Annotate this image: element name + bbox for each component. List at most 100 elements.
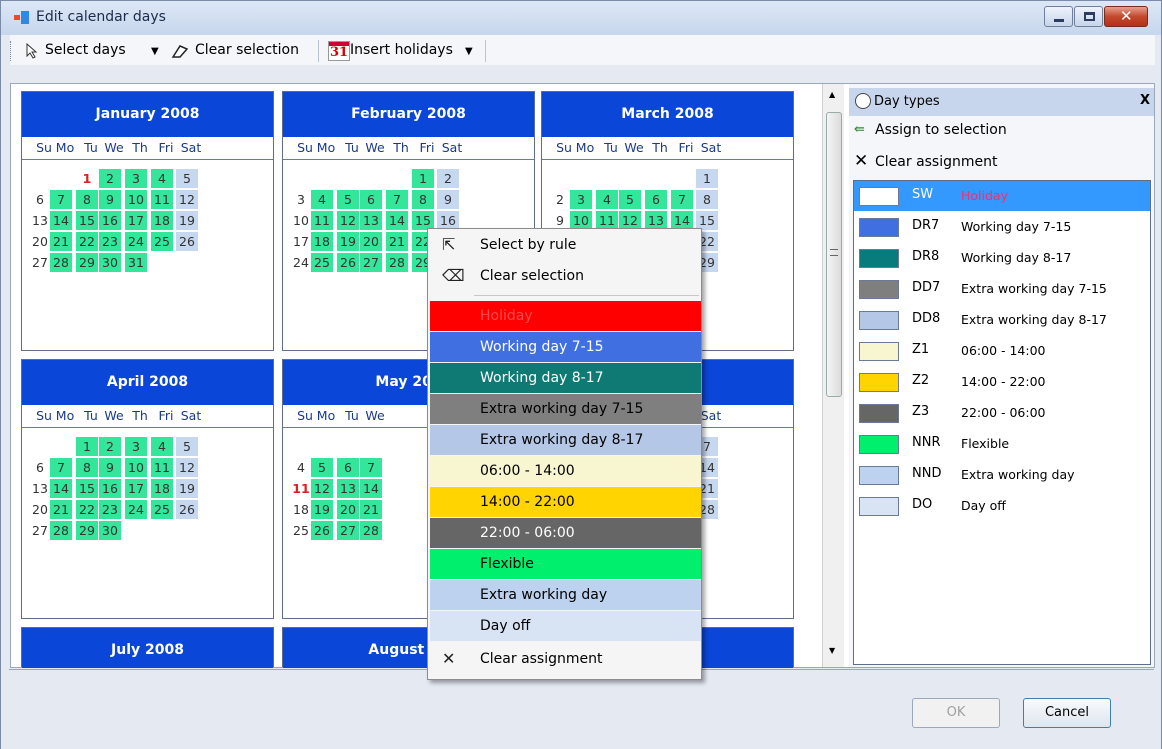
calendar-day[interactable]: 3	[125, 169, 147, 188]
day-type-menu-item[interactable]: Working day 7-15	[430, 332, 701, 362]
calendar-day[interactable]: 12	[311, 479, 333, 498]
calendar-day[interactable]: 31	[125, 253, 147, 272]
calendar-day[interactable]: 3	[290, 190, 312, 209]
calendar-day[interactable]: 14	[50, 479, 72, 498]
calendar-day[interactable]: 23	[99, 500, 121, 519]
calendar-day[interactable]: 9	[99, 190, 121, 209]
calendar-day[interactable]: 14	[50, 211, 72, 230]
calendar-day[interactable]: 11	[151, 190, 173, 209]
calendar-day[interactable]: 6	[645, 190, 667, 209]
calendar-day[interactable]: 8	[696, 190, 718, 209]
calendar-day[interactable]: 9	[437, 190, 459, 209]
calendar-day[interactable]: 17	[125, 479, 147, 498]
calendar-day[interactable]: 9	[99, 458, 121, 477]
day-type-menu-item[interactable]: Extra working day 8-17	[430, 425, 701, 455]
day-type-row[interactable]: DD7 Extra working day 7-15	[854, 274, 1150, 304]
calendar-day[interactable]: 23	[99, 232, 121, 251]
day-type-row[interactable]: DR8 Working day 8-17	[854, 243, 1150, 273]
calendar-day[interactable]: 29	[76, 253, 98, 272]
calendar-day[interactable]: 12	[337, 211, 359, 230]
calendar-day[interactable]: 27	[360, 253, 382, 272]
day-type-menu-item[interactable]: Holiday	[430, 301, 701, 331]
calendar-day[interactable]: 20	[360, 232, 382, 251]
calendar-day[interactable]: 24	[290, 253, 312, 272]
calendar-day[interactable]: 5	[176, 437, 198, 456]
calendar-day[interactable]: 13	[360, 211, 382, 230]
calendar-day[interactable]: 25	[290, 521, 312, 540]
calendar-day[interactable]: 6	[29, 458, 51, 477]
calendar-day[interactable]: 22	[76, 500, 98, 519]
calendar-day[interactable]: 5	[176, 169, 198, 188]
calendar-day[interactable]: 10	[290, 211, 312, 230]
calendar-day[interactable]: 25	[311, 253, 333, 272]
calendar-day[interactable]: 4	[290, 458, 312, 477]
day-type-row[interactable]: SW Holiday	[854, 181, 1150, 211]
calendar-day[interactable]: 14	[386, 211, 408, 230]
calendar-day[interactable]: 3	[570, 190, 592, 209]
calendar-day[interactable]: 18	[311, 232, 333, 251]
calendar-day[interactable]: 27	[29, 521, 51, 540]
clear-assignment-item[interactable]: Clear assignment ✕	[430, 644, 701, 674]
calendar-day[interactable]: 16	[99, 479, 121, 498]
calendar-day[interactable]: 10	[125, 190, 147, 209]
scroll-thumb[interactable]	[826, 112, 842, 397]
calendar-day[interactable]: 2	[99, 169, 121, 188]
day-type-menu-item[interactable]: 22:00 - 06:00	[430, 518, 701, 548]
day-type-row[interactable]: NNR Flexible	[854, 429, 1150, 459]
calendar-day[interactable]: 11	[311, 211, 333, 230]
calendar-day[interactable]: 28	[386, 253, 408, 272]
day-type-menu-item[interactable]: 06:00 - 14:00	[430, 456, 701, 486]
calendar-day[interactable]: 30	[99, 253, 121, 272]
day-type-menu-item[interactable]: Flexible	[430, 549, 701, 579]
calendar-day[interactable]: 24	[125, 500, 147, 519]
calendar-day[interactable]: 4	[151, 169, 173, 188]
calendar-day[interactable]: 22	[76, 232, 98, 251]
calendar-day[interactable]: 14	[360, 479, 382, 498]
scroll-up-icon[interactable]: ▲	[829, 90, 835, 99]
day-type-menu-item[interactable]: Day off	[430, 611, 701, 641]
calendar-day[interactable]: 28	[50, 253, 72, 272]
calendar-day[interactable]: 6	[337, 458, 359, 477]
calendar-day[interactable]: 26	[337, 253, 359, 272]
calendar-day[interactable]: 27	[29, 253, 51, 272]
calendar-day[interactable]: 8	[412, 190, 434, 209]
ok-button[interactable]: OK	[912, 698, 1000, 728]
calendar-day[interactable]: 5	[311, 458, 333, 477]
close-button[interactable]: ✕	[1104, 6, 1148, 27]
calendar-day[interactable]: 21	[386, 232, 408, 251]
calendar-day[interactable]: 15	[76, 479, 98, 498]
calendar-day[interactable]: 29	[76, 521, 98, 540]
select-by-rule-item[interactable]: Select by rule ⇱	[430, 230, 701, 260]
calendar-day[interactable]: 21	[50, 500, 72, 519]
calendar-day[interactable]: 7	[386, 190, 408, 209]
calendar-day[interactable]: 19	[176, 479, 198, 498]
calendar-day[interactable]: 25	[151, 232, 173, 251]
day-type-menu-item[interactable]: 14:00 - 22:00	[430, 487, 701, 517]
calendar-day[interactable]: 20	[29, 232, 51, 251]
panel-close-button[interactable]: X	[1140, 93, 1150, 108]
calendar-day[interactable]: 17	[125, 211, 147, 230]
calendar-day[interactable]: 19	[176, 211, 198, 230]
calendar-day[interactable]: 6	[29, 190, 51, 209]
calendar-day[interactable]: 12	[176, 190, 198, 209]
day-type-row[interactable]: DD8 Extra working day 8-17	[854, 305, 1150, 335]
day-type-menu-item[interactable]: Extra working day 7-15	[430, 394, 701, 424]
calendar-day[interactable]: 20	[337, 500, 359, 519]
calendar-day[interactable]: 2	[99, 437, 121, 456]
minimize-button[interactable]	[1044, 6, 1073, 27]
calendar-day[interactable]: 8	[76, 190, 98, 209]
calendar-day[interactable]: 11	[151, 458, 173, 477]
calendar-day[interactable]: 1	[696, 169, 718, 188]
calendar-day[interactable]: 1	[76, 437, 98, 456]
calendar-day[interactable]: 18	[151, 479, 173, 498]
calendar-day[interactable]: 11	[290, 479, 312, 498]
calendar-day[interactable]: 28	[50, 521, 72, 540]
day-type-menu-item[interactable]: Working day 8-17	[430, 363, 701, 393]
calendar-day[interactable]: 19	[337, 232, 359, 251]
calendar-day[interactable]: 15	[76, 211, 98, 230]
calendar-day[interactable]: 26	[311, 521, 333, 540]
calendar-day[interactable]: 13	[29, 479, 51, 498]
calendar-day[interactable]: 18	[151, 211, 173, 230]
calendar-day[interactable]: 7	[50, 190, 72, 209]
calendar-day[interactable]: 18	[290, 500, 312, 519]
